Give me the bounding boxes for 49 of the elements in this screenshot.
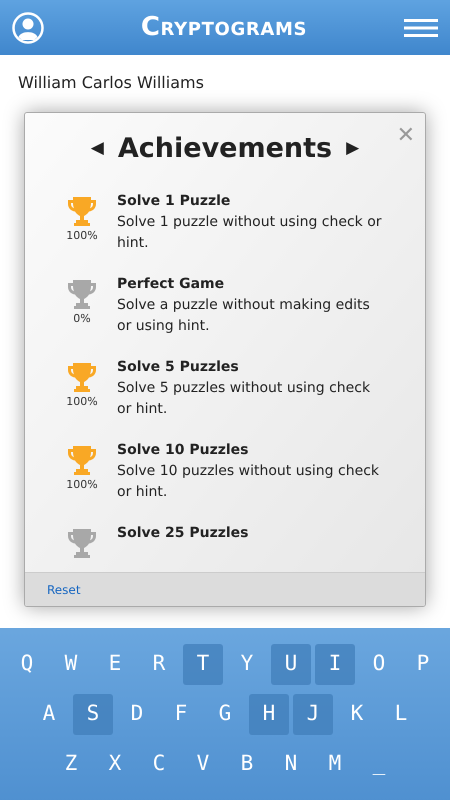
key[interactable]: B — [227, 744, 267, 784]
achievement-description: Solve 5 puzzles without using check or hint. — [117, 379, 372, 419]
key[interactable]: H — [249, 694, 289, 734]
achievement-description: Solve a puzzle without making edits or using hint. — [117, 296, 371, 336]
key[interactable]: T — [183, 644, 223, 684]
close-button[interactable]: ✕ — [396, 119, 415, 152]
achievement-title: Solve 10 Puzzles — [117, 441, 250, 460]
achievement-description: Solve 10 puzzles without using check or hint. — [117, 462, 380, 502]
previous-button[interactable]: ◀ — [90, 136, 104, 162]
key[interactable]: O — [359, 644, 399, 684]
key[interactable]: A — [29, 694, 69, 734]
key[interactable]: D — [117, 694, 157, 734]
progress-percent: 0% — [73, 311, 91, 327]
dialog-title: Achievements — [118, 132, 332, 166]
author-name: William Carlos Williams — [18, 72, 204, 94]
key[interactable]: J — [293, 694, 333, 734]
key[interactable]: U — [271, 644, 311, 684]
key[interactable]: Q — [7, 644, 47, 684]
app-title: Cryptograms — [140, 11, 308, 44]
achievement-title: Solve 25 Puzzles — [117, 524, 249, 543]
key[interactable]: L — [381, 694, 421, 734]
key[interactable]: P — [403, 644, 443, 684]
key[interactable]: W — [51, 644, 91, 684]
key[interactable]: Y — [227, 644, 267, 684]
progress-percent: 100% — [66, 394, 98, 410]
key[interactable]: I — [315, 644, 355, 684]
profile-icon[interactable] — [12, 12, 44, 44]
progress-percent: 100% — [66, 477, 98, 493]
key[interactable]: S — [73, 694, 113, 734]
key[interactable]: X — [95, 744, 135, 784]
achievement-title: Solve 1 Puzzle — [117, 192, 232, 211]
key[interactable]: V — [183, 744, 223, 784]
key[interactable]: K — [337, 694, 377, 734]
achievement-title: Perfect Game — [117, 275, 226, 294]
key[interactable]: R — [139, 644, 179, 684]
key[interactable]: C — [139, 744, 179, 784]
key[interactable]: M — [315, 744, 355, 784]
key[interactable]: N — [271, 744, 311, 784]
achievement-title: Solve 5 Puzzles — [117, 358, 240, 377]
key[interactable]: G — [205, 694, 245, 734]
menu-icon[interactable] — [404, 18, 438, 38]
key[interactable]: F — [161, 694, 201, 734]
progress-percent: 100% — [66, 228, 98, 244]
reset-link[interactable]: Reset — [47, 580, 81, 598]
achievement-description: Solve 1 puzzle without using check or hint. — [117, 213, 383, 253]
key[interactable]: _ — [359, 744, 399, 784]
next-button[interactable]: ▶ — [346, 136, 360, 162]
key[interactable]: E — [95, 644, 135, 684]
key[interactable]: Z — [51, 744, 91, 784]
